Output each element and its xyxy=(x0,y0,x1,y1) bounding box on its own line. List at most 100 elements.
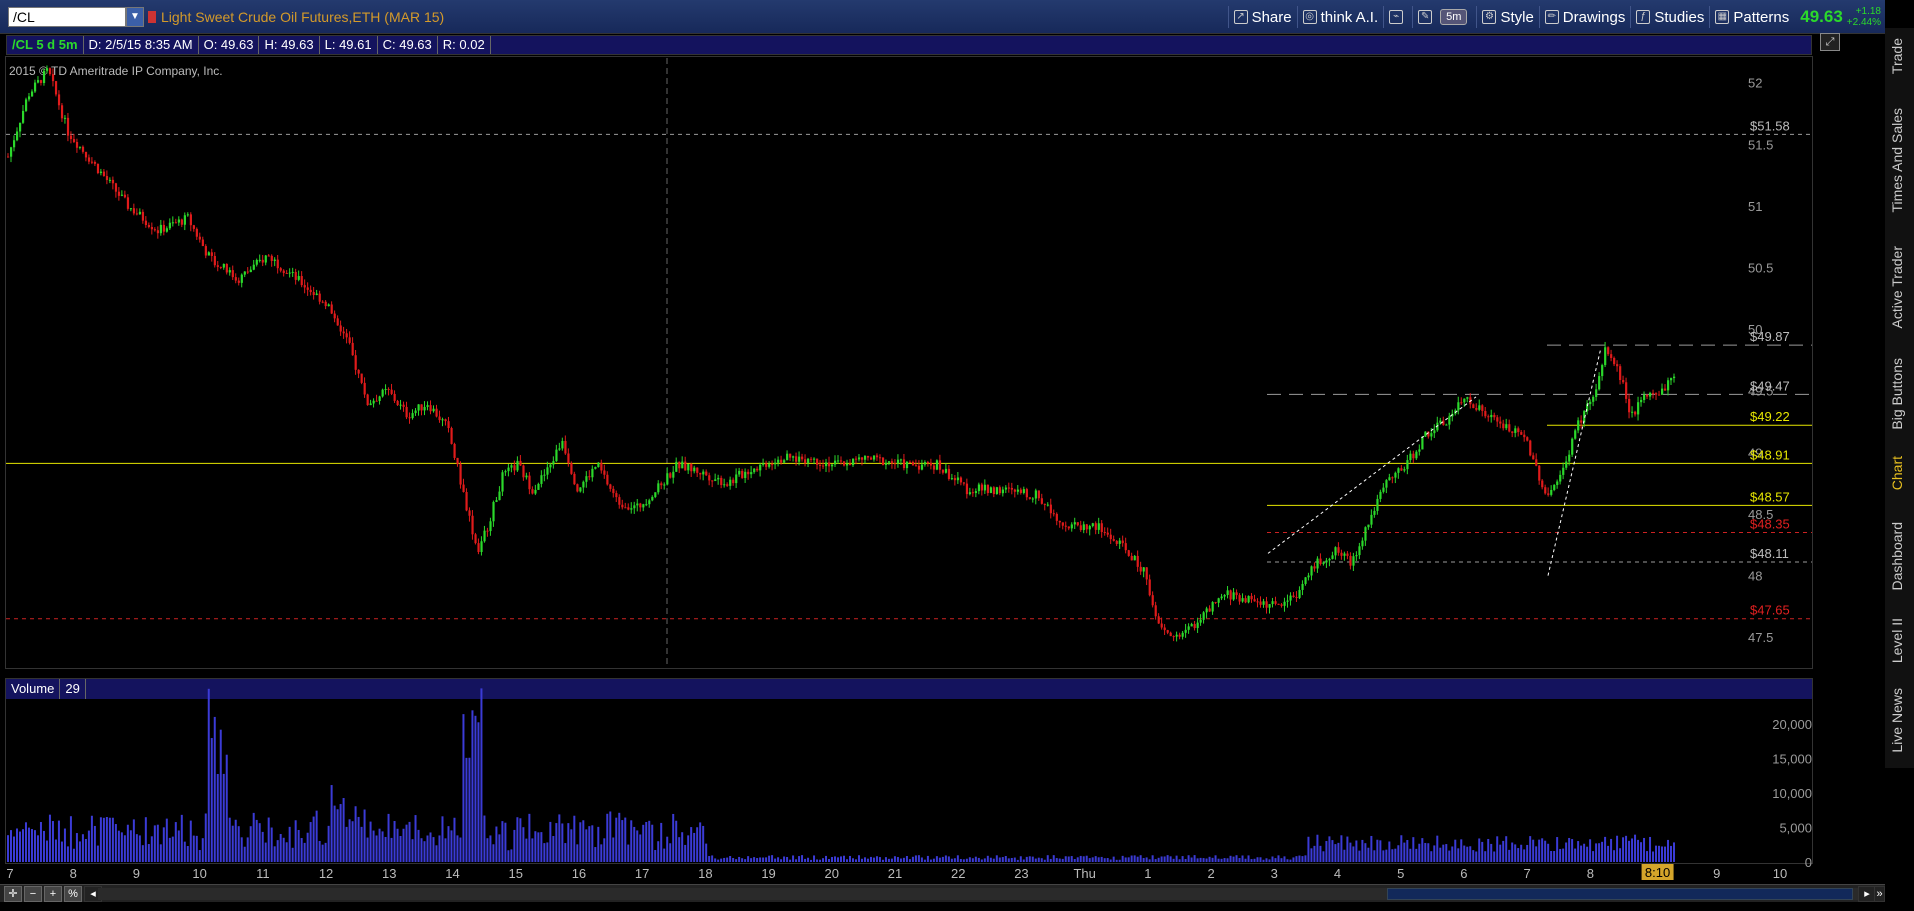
volume-bar xyxy=(489,835,492,862)
candle-body xyxy=(279,268,282,271)
candle-body xyxy=(459,464,462,485)
volume-bar xyxy=(1022,859,1025,862)
volume-bar xyxy=(1640,842,1643,862)
candle-body xyxy=(1517,428,1520,433)
candle-body xyxy=(204,246,207,256)
tab-dashboard[interactable]: Dashboard xyxy=(1889,522,1909,591)
volume-bar xyxy=(84,838,87,862)
volume-bar xyxy=(504,822,507,862)
candle-body xyxy=(1580,420,1583,423)
tab-trade[interactable]: Trade xyxy=(1889,38,1909,74)
volume-bar xyxy=(462,714,465,862)
candle-body xyxy=(480,541,483,553)
volume-bar xyxy=(1019,856,1022,862)
candle-body xyxy=(1061,522,1064,526)
volume-bar xyxy=(1088,858,1091,862)
candle-body xyxy=(1556,481,1559,485)
candle-body xyxy=(693,467,696,472)
crosshair-icon[interactable]: ✛ xyxy=(4,886,22,902)
time-axis-tick: 8 xyxy=(70,866,77,881)
candle-body xyxy=(917,465,921,470)
candle-body xyxy=(585,476,588,482)
volume-bar xyxy=(944,855,947,862)
volume-bar xyxy=(126,824,129,862)
candle-body xyxy=(756,468,759,471)
candle-body xyxy=(1559,474,1562,482)
candle-body xyxy=(177,219,180,223)
volume-bar xyxy=(1481,841,1484,862)
volume-bar xyxy=(576,844,579,862)
volume-bar xyxy=(1667,839,1670,862)
volume-bar xyxy=(609,811,612,862)
candle-body xyxy=(1220,596,1223,599)
volume-bar xyxy=(420,838,423,862)
candle-body xyxy=(792,456,795,458)
volume-bar xyxy=(66,846,69,862)
zoom-in-icon[interactable]: + xyxy=(44,886,62,902)
volume-bar xyxy=(456,835,459,862)
volume-bar xyxy=(1040,858,1043,862)
tab-live-news[interactable]: Live News xyxy=(1889,688,1909,753)
volume-bar xyxy=(929,859,932,862)
candle-body xyxy=(495,500,498,502)
candle-body xyxy=(1505,424,1508,429)
percent-icon[interactable]: % xyxy=(64,886,82,902)
candle-body xyxy=(1145,567,1148,580)
volume-bar xyxy=(483,815,486,862)
candle-body xyxy=(1268,604,1271,608)
tab-level-ii[interactable]: Level II xyxy=(1889,618,1909,663)
tab-active-trader[interactable]: Active Trader xyxy=(1889,246,1909,328)
volume-bar xyxy=(429,832,432,862)
volume-bar xyxy=(950,858,953,862)
volume-bar xyxy=(540,832,543,862)
candle-body xyxy=(1412,453,1415,459)
volume-bar xyxy=(546,842,549,862)
candle-body xyxy=(1241,598,1244,602)
volume-bar xyxy=(798,856,801,862)
candle-body xyxy=(1265,601,1268,608)
volume-bar xyxy=(1400,835,1403,862)
volume-bar xyxy=(837,857,840,862)
volume-bar xyxy=(354,806,357,862)
chart-canvas: 5251.55150.55049.54948.54847.5$51.58$49.… xyxy=(6,58,1812,881)
candle-body xyxy=(1388,477,1391,481)
volume-bar xyxy=(75,833,78,862)
volume-bar xyxy=(627,844,630,862)
volume-bar xyxy=(183,841,186,862)
zoom-out-icon[interactable]: − xyxy=(24,886,42,902)
volume-bar xyxy=(1073,859,1076,862)
candle-body xyxy=(159,224,163,234)
candle-body xyxy=(594,467,597,469)
candle-body xyxy=(504,471,507,473)
candle-body xyxy=(1283,601,1286,606)
volume-bar xyxy=(477,722,480,862)
candle-body xyxy=(1370,514,1373,525)
volume-bar xyxy=(1520,844,1523,862)
scrollbar-thumb[interactable] xyxy=(1387,888,1853,900)
volume-bar xyxy=(822,858,825,862)
candle-body xyxy=(1382,487,1385,492)
candle-body xyxy=(840,460,843,462)
price-level-label: $48.35 xyxy=(1750,516,1790,531)
expand-icon[interactable]: » xyxy=(1874,886,1885,902)
candle-body xyxy=(333,313,336,319)
tab-big-buttons[interactable]: Big Buttons xyxy=(1889,358,1909,430)
candle-body xyxy=(1094,523,1097,530)
volume-bar xyxy=(1406,840,1409,862)
candle-body xyxy=(1661,388,1664,395)
candle-body xyxy=(426,405,429,407)
candle-body xyxy=(1391,477,1394,479)
volume-bar xyxy=(1151,855,1154,862)
candle-body xyxy=(860,457,864,460)
tab-times-and-sales[interactable]: Times And Sales xyxy=(1889,108,1909,213)
volume-bar xyxy=(234,819,237,862)
volume-bar xyxy=(357,816,360,862)
candle-body xyxy=(522,465,525,478)
candle-body xyxy=(1142,567,1145,572)
candle-body xyxy=(30,91,34,97)
volume-bar xyxy=(255,819,258,862)
time-axis-tick: 7 xyxy=(1524,866,1531,881)
tab-chart[interactable]: Chart xyxy=(1889,456,1909,490)
candle-body xyxy=(1514,428,1517,433)
candle-body xyxy=(1670,378,1673,381)
